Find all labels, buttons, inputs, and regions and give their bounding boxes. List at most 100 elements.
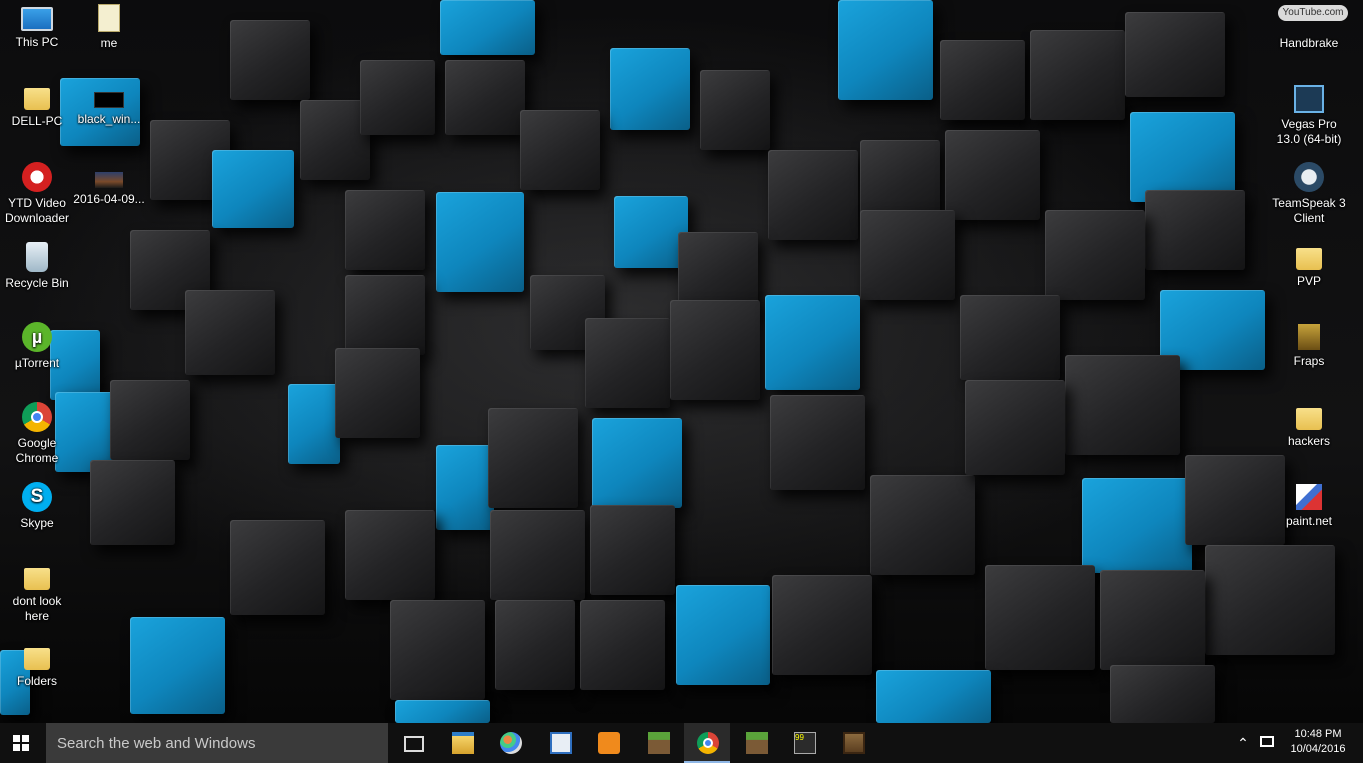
folder-icon [1296, 408, 1322, 430]
desktop-icon-ytd[interactable]: YTD Video Downloader [0, 162, 74, 226]
crafting-table-icon [843, 732, 865, 754]
wallpaper-cube [860, 140, 940, 220]
taskbar-fraps[interactable]: 99 [781, 723, 827, 763]
wallpaper-cube [436, 192, 524, 292]
minecraft-icon [746, 732, 768, 754]
wallpaper-cube [945, 130, 1040, 220]
wallpaper-cube [610, 48, 690, 130]
wallpaper-cube [1065, 355, 1180, 455]
wallpaper-cube [590, 505, 675, 595]
taskbar: 99 ⌃ 10:48 PM 10/04/2016 [0, 723, 1363, 763]
wallpaper-cube [110, 380, 190, 460]
desktop-icon-label: YTD Video Downloader [4, 196, 70, 225]
folder-icon [24, 568, 50, 590]
wallpaper-cube [488, 408, 578, 508]
taskbar-crafting-table[interactable] [830, 723, 876, 763]
wallpaper-cube [1045, 210, 1145, 300]
user-folder-icon [24, 88, 50, 110]
start-button[interactable] [0, 723, 44, 763]
palette-icon [500, 732, 522, 754]
desktop-icon-me[interactable]: me [72, 2, 146, 51]
chrome-icon [22, 402, 52, 432]
desktop-icon-utorrent[interactable]: µ µTorrent [0, 322, 74, 371]
vegas-pro-icon [1294, 85, 1324, 113]
desktop-icon-pvp[interactable]: PVP [1272, 242, 1346, 289]
desktop-wallpaper [0, 0, 1363, 723]
taskbar-clock[interactable]: 10:48 PM 10/04/2016 [1282, 727, 1354, 761]
desktop-icon-skype[interactable]: S Skype [0, 482, 74, 531]
wallpaper-cube [1125, 12, 1225, 97]
taskbar-paint[interactable] [487, 723, 533, 763]
desktop-icon-paint-net[interactable]: paint.net [1272, 482, 1346, 529]
minecraft-icon [648, 732, 670, 754]
wallpaper-cube [1082, 478, 1192, 573]
clock-time: 10:48 PM [1294, 728, 1342, 740]
wallpaper-cube [860, 210, 955, 300]
wallpaper-cube [1205, 545, 1335, 655]
show-hidden-icons-chevron[interactable]: ⌃ [1234, 723, 1252, 763]
taskbar-file-explorer[interactable] [439, 723, 485, 763]
wallpaper-cube [345, 510, 435, 600]
desktop-icon-photo[interactable]: 2016-04-09... [72, 162, 146, 207]
task-view-button[interactable] [389, 723, 435, 763]
wallpaper-cube [495, 600, 575, 690]
wallpaper-cube [676, 585, 770, 685]
desktop-icon-fraps[interactable]: Fraps [1272, 322, 1346, 369]
taskbar-media-player[interactable] [585, 723, 631, 763]
wallpaper-cube [965, 380, 1065, 475]
desktop-icon-teamspeak[interactable]: TeamSpeak 3 Client [1272, 162, 1346, 226]
wallpaper-cube [1110, 665, 1215, 723]
wallpaper-cube [960, 295, 1060, 380]
ytd-icon [22, 162, 52, 192]
folder-icon [1296, 248, 1322, 270]
taskbar-minecraft[interactable] [635, 723, 681, 763]
task-view-icon [404, 736, 424, 752]
wallpaper-cube [670, 300, 760, 400]
wallpaper-cube [288, 384, 340, 464]
image-file-icon [94, 92, 124, 108]
desktop-icon-label: µTorrent [14, 356, 60, 370]
desktop-icon-black-win[interactable]: black_win... [72, 82, 146, 127]
desktop-icon-label: me [100, 36, 118, 50]
desktop-icon-label: paint.net [1285, 514, 1333, 528]
desktop-icon-recycle-bin[interactable]: Recycle Bin [0, 242, 74, 291]
action-center-button[interactable] [1256, 723, 1278, 763]
desktop-icon-vegas-pro[interactable]: Vegas Pro 13.0 (64-bit) [1272, 82, 1346, 147]
desktop-icon-dell-pc[interactable]: DELL-PC [0, 82, 74, 129]
wallpaper-cube [445, 60, 525, 135]
desktop-icon-label: Fraps [1293, 354, 1325, 368]
desktop-icon-label: Folders [16, 674, 57, 688]
desktop-icon-folders[interactable]: Folders [0, 642, 74, 689]
search-input[interactable] [46, 723, 388, 763]
desktop-icon-label: Vegas Pro 13.0 (64-bit) [1276, 117, 1342, 146]
fraps-icon: 99 [794, 732, 816, 754]
desktop-icon-label: This PC [15, 35, 59, 49]
wallpaper-cube [345, 190, 425, 270]
taskbar-app-window[interactable] [537, 723, 583, 763]
recycle-bin-icon [26, 242, 48, 272]
wallpaper-cube [838, 0, 933, 100]
desktop-icon-hackers[interactable]: hackers [1272, 402, 1346, 449]
wallpaper-cube [1100, 570, 1205, 670]
taskbar-minecraft-2[interactable] [733, 723, 779, 763]
wallpaper-cube [585, 318, 670, 408]
wallpaper-cube [614, 196, 688, 268]
clock-date: 10/04/2016 [1290, 743, 1346, 755]
taskbar-chrome[interactable] [684, 723, 730, 763]
file-icon [98, 4, 120, 32]
wallpaper-cube [390, 600, 485, 700]
wallpaper-cube [940, 40, 1025, 120]
computer-icon [21, 7, 53, 31]
windows-logo-icon [13, 735, 29, 751]
wallpaper-cube [490, 510, 585, 600]
folder-icon [24, 648, 50, 670]
desktop-icon-this-pc[interactable]: This PC [0, 2, 74, 50]
desktop-icon-handbrake[interactable]: Handbrake [1272, 2, 1346, 51]
desktop-icon-google-chrome[interactable]: Google Chrome [0, 402, 74, 466]
wallpaper-cube [130, 617, 225, 714]
wallpaper-cube [345, 275, 425, 355]
desktop-icon-dont-look-here[interactable]: dont look here [0, 562, 74, 624]
wallpaper-cube [230, 20, 310, 100]
fraps-icon [1298, 324, 1320, 350]
wallpaper-cube [520, 110, 600, 190]
